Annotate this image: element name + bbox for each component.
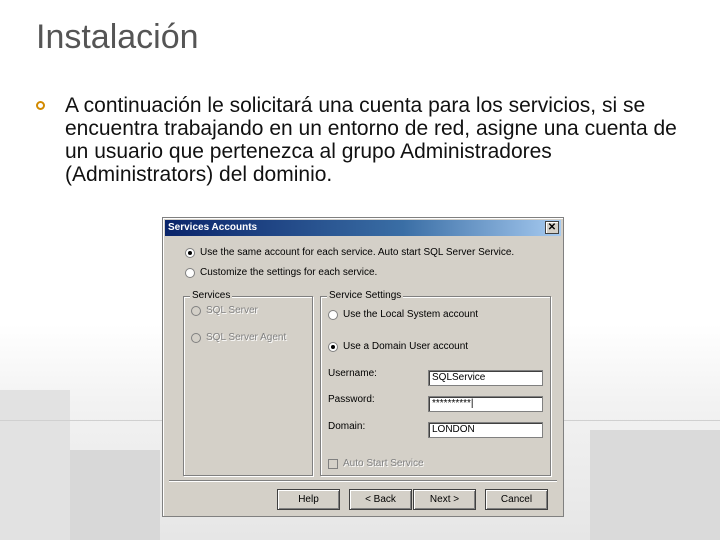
bullet-item: A continuación le solicitará una cuenta … [36, 94, 696, 186]
cancel-button[interactable]: Cancel [485, 489, 548, 510]
radio-same-account-label: Use the same account for each service. A… [200, 247, 515, 258]
radio-local-system[interactable]: Use the Local System account [328, 309, 478, 320]
service-settings-group: Service Settings [320, 290, 551, 476]
close-icon[interactable]: ✕ [545, 221, 559, 234]
radio-sql-server[interactable]: SQL Server [191, 305, 258, 316]
slide-title: Instalación [36, 18, 199, 56]
back-button[interactable]: < Back [349, 489, 412, 510]
service-settings-group-label: Service Settings [327, 290, 404, 301]
radio-customize-label: Customize the settings for each service. [200, 267, 378, 278]
radio-domain-user-label: Use a Domain User account [343, 341, 469, 352]
username-label: Username: [328, 368, 377, 379]
radio-customize[interactable]: Customize the settings for each service. [185, 267, 377, 278]
radio-on-icon [185, 247, 195, 258]
password-input[interactable]: **********| [428, 396, 543, 412]
dialog-titlebar: Services Accounts ✕ [165, 220, 561, 236]
radio-sql-agent-label: SQL Server Agent [206, 332, 287, 343]
checkbox-icon [328, 458, 338, 469]
radio-off-icon [328, 309, 338, 320]
autostart-checkbox[interactable]: Auto Start Service [328, 458, 424, 469]
radio-off-icon [185, 267, 195, 278]
radio-sql-server-label: SQL Server [206, 305, 258, 316]
username-input[interactable]: SQLService [428, 370, 543, 386]
radio-local-system-label: Use the Local System account [343, 309, 479, 320]
services-accounts-dialog: Services Accounts ✕ Use the same account… [162, 217, 564, 517]
ring-bullet-icon [36, 101, 45, 110]
services-group: Services [183, 290, 313, 476]
password-label: Password: [328, 394, 375, 405]
bullet-text: A continuación le solicitará una cuenta … [65, 94, 677, 186]
radio-on-icon [328, 341, 338, 352]
domain-input[interactable]: LONDON [428, 422, 543, 438]
radio-disabled-icon [191, 332, 201, 343]
services-group-label: Services [190, 290, 233, 301]
dialog-title: Services Accounts [168, 222, 258, 233]
radio-same-account[interactable]: Use the same account for each service. A… [185, 247, 514, 258]
autostart-label: Auto Start Service [343, 458, 424, 469]
radio-disabled-icon [191, 305, 201, 316]
domain-label: Domain: [328, 421, 366, 432]
next-button[interactable]: Next > [413, 489, 476, 510]
radio-sql-agent[interactable]: SQL Server Agent [191, 332, 286, 343]
radio-domain-user[interactable]: Use a Domain User account [328, 341, 468, 352]
help-button[interactable]: Help [277, 489, 340, 510]
button-separator [169, 480, 557, 482]
